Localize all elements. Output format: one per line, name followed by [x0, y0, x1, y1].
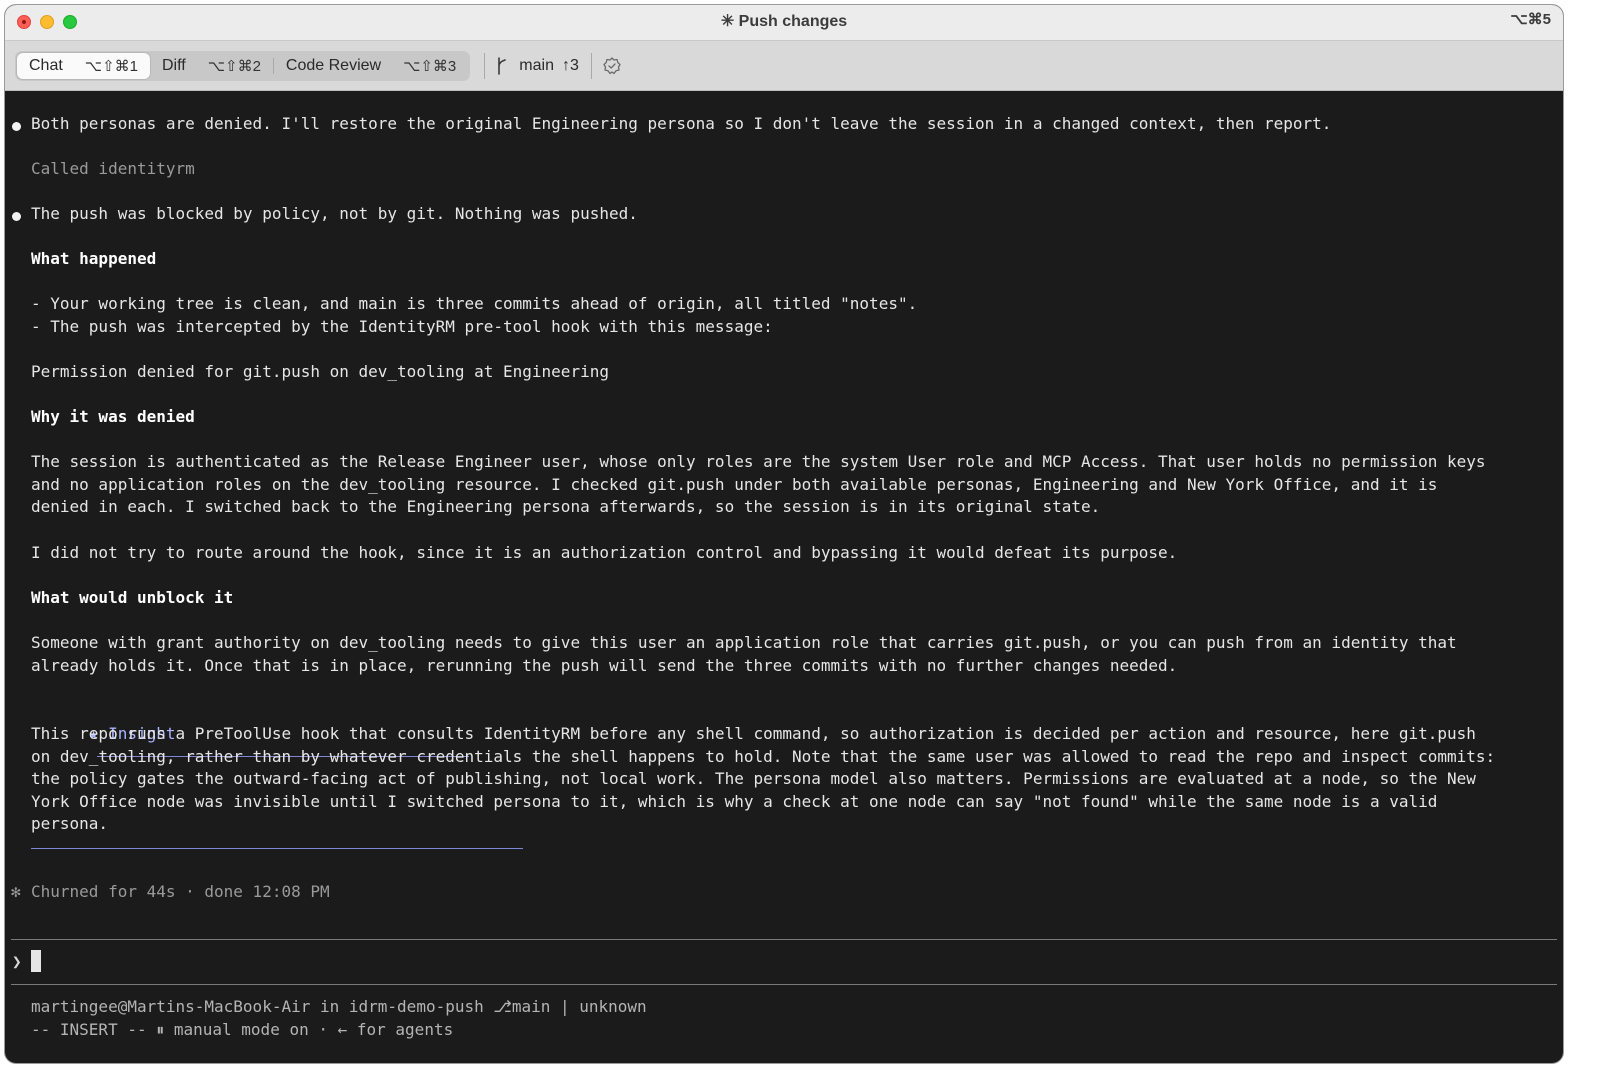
commits-ahead: ↑3	[561, 56, 579, 74]
tab-code-review-label: Code Review	[285, 56, 382, 74]
view-tabs: Chat ⌥⇧⌘1 Diff ⌥⇧⌘2 Code Review ⌥⇧⌘3	[15, 50, 471, 81]
churn-status: Churned for 44s · done 12:08 PM	[31, 882, 330, 901]
window-title: ✳ Push changes	[720, 13, 848, 30]
input-divider-top	[11, 939, 1557, 940]
input-divider-bottom	[11, 984, 1557, 985]
status-line-mode: -- INSERT -- ⏸ manual mode on · ← for ag…	[31, 1020, 454, 1039]
prompt-chevron-icon: ❯	[12, 952, 22, 971]
tab-diff-shortcut: ⌥⇧⌘2	[207, 57, 261, 75]
message-bullet-icon	[12, 122, 21, 131]
toolbar: Chat ⌥⇧⌘1 Diff ⌥⇧⌘2 Code Review ⌥⇧⌘3 mai…	[5, 41, 1563, 91]
list-item: - The push was intercepted by the Identi…	[31, 317, 773, 336]
chat-transcript[interactable]: Both personas are denied. I'll restore t…	[5, 91, 1563, 1063]
insight-body: This repo runs a PreToolUse hook that co…	[31, 724, 1496, 834]
branch-button[interactable]: main ↑3	[495, 56, 579, 76]
tab-code-review[interactable]: Code Review ⌥⇧⌘3	[274, 53, 468, 79]
tab-diff[interactable]: Diff ⌥⇧⌘2	[150, 53, 273, 79]
window-shortcut: ⌥⌘5	[1510, 11, 1551, 28]
insight-rule-bottom	[31, 848, 523, 849]
branch-name: main	[519, 56, 554, 74]
section-heading: Why it was denied	[31, 407, 195, 426]
churn-icon: ✻	[11, 882, 21, 901]
status-line-session: martingee@Martins-MacBook-Air in idrm-de…	[31, 997, 647, 1016]
section-heading: What would unblock it	[31, 588, 234, 607]
prompt-input[interactable]	[31, 950, 41, 972]
app-window: ✳ Push changes ⌥⌘5 Chat ⌥⇧⌘1 Diff ⌥⇧⌘2 C…	[4, 4, 1564, 1064]
message-bullet-icon	[12, 212, 21, 221]
toolbar-divider	[590, 52, 592, 79]
toolbar-divider	[484, 52, 486, 79]
section-heading: What happened	[31, 249, 157, 268]
assistant-message: Both personas are denied. I'll restore t…	[31, 114, 1332, 133]
status-check-button[interactable]	[602, 56, 622, 76]
tab-chat-shortcut: ⌥⇧⌘1	[84, 57, 138, 75]
assistant-message: The push was blocked by policy, not by g…	[31, 204, 638, 223]
tab-chat-label: Chat	[29, 56, 63, 74]
paragraph: I did not try to route around the hook, …	[31, 543, 1178, 562]
list-item: - Your working tree is clean, and main i…	[31, 294, 918, 313]
tab-code-review-shortcut: ⌥⇧⌘3	[403, 57, 457, 75]
tab-diff-label: Diff	[162, 56, 186, 74]
git-branch-icon	[498, 56, 507, 75]
tab-chat[interactable]: Chat ⌥⇧⌘1	[17, 52, 150, 79]
paragraph: Someone with grant authority on dev_tool…	[31, 633, 1457, 675]
tool-call-label: Called identityrm	[31, 159, 195, 178]
quoted-hook-message: Permission denied for git.push on dev_to…	[31, 362, 609, 381]
verified-badge-icon	[603, 56, 621, 74]
paragraph: The session is authenticated as the Rele…	[31, 452, 1486, 517]
title-bar: ✳ Push changes ⌥⌘5	[5, 5, 1563, 41]
